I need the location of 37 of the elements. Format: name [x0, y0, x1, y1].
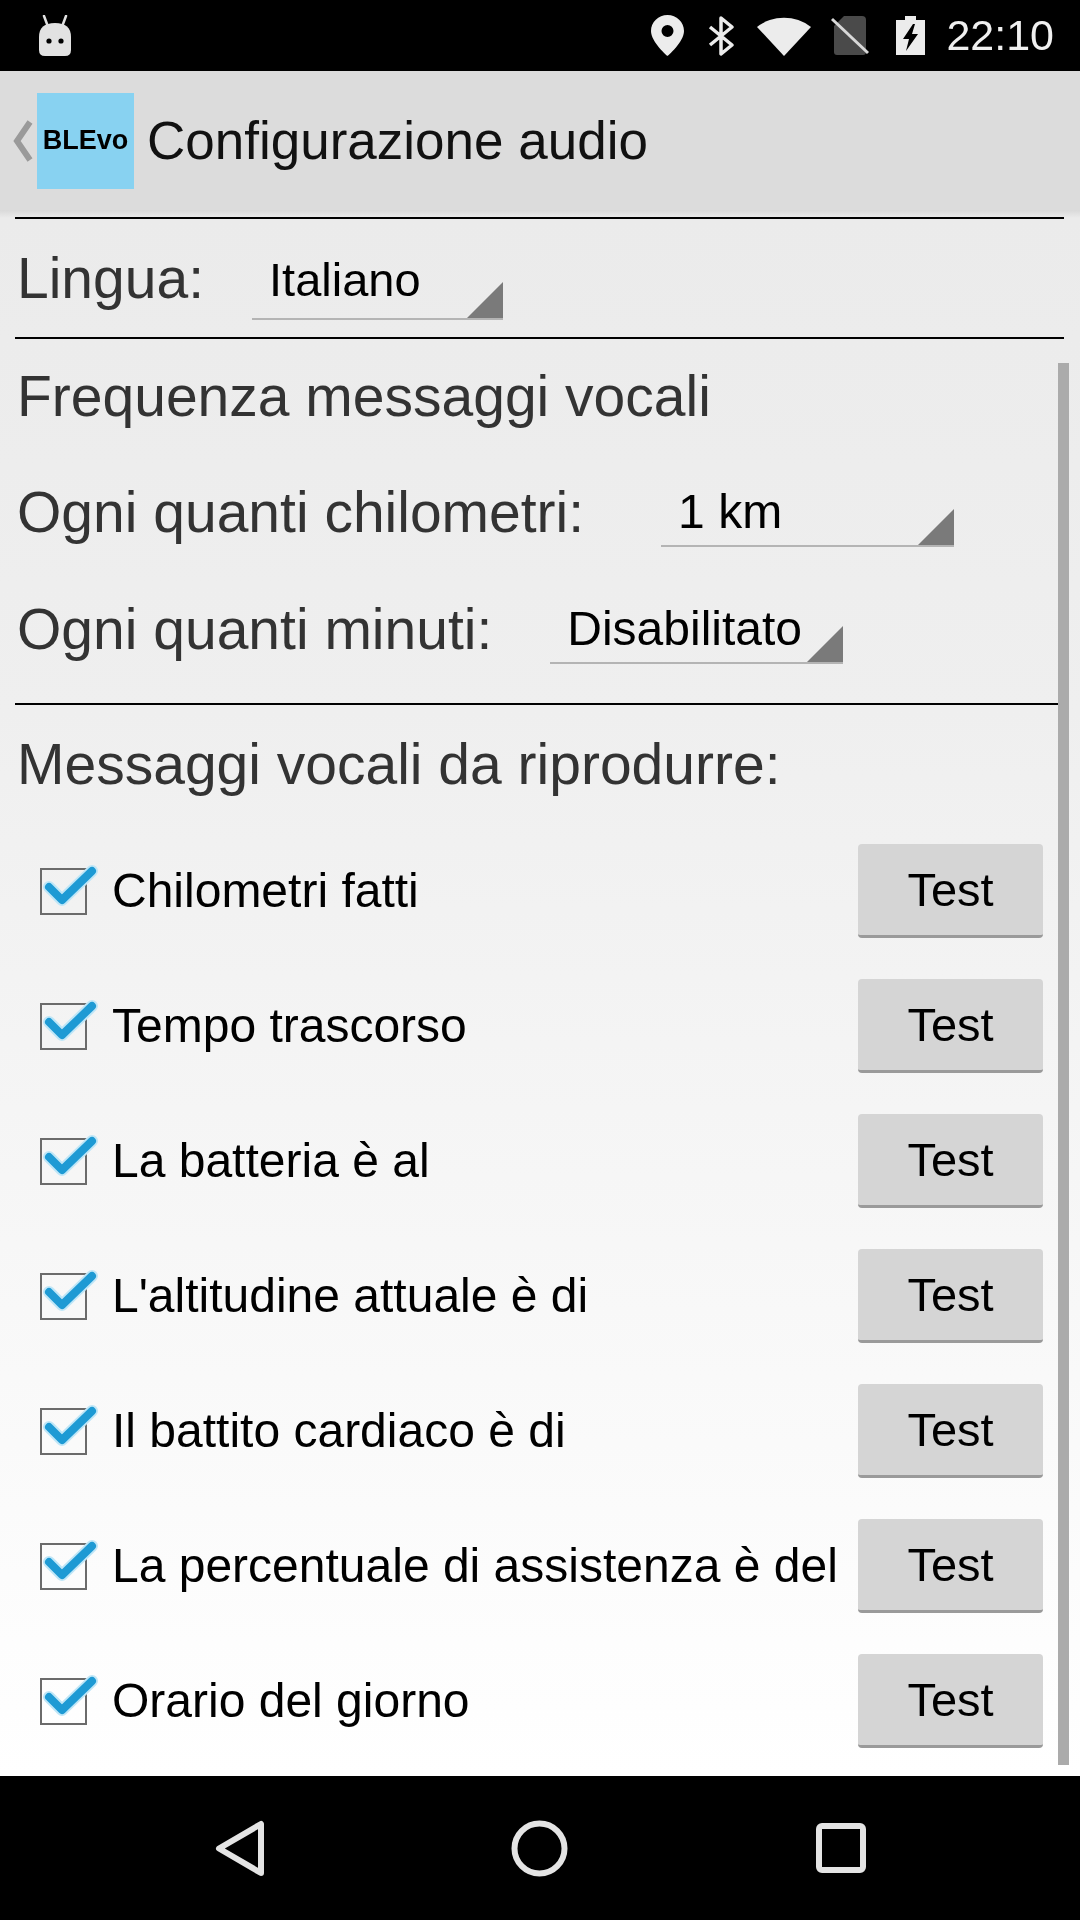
recent-apps-icon[interactable] — [816, 1823, 866, 1873]
dropdown-triangle-icon — [807, 625, 844, 662]
checkbox[interactable] — [40, 1540, 98, 1591]
checkbox-label: L'altitudine attuale è di — [112, 1271, 589, 1320]
checkbox-label: La batteria è al — [112, 1136, 430, 1185]
home-icon[interactable] — [511, 1819, 568, 1877]
test-button[interactable]: Test — [858, 1653, 1043, 1748]
test-button[interactable]: Test — [858, 1383, 1043, 1478]
status-time: 22:10 — [946, 14, 1054, 57]
test-button[interactable]: Test — [858, 1113, 1043, 1208]
checkbox[interactable] — [40, 865, 98, 916]
dropdown[interactable]: Italiano — [252, 248, 503, 320]
app-logo[interactable]: BLEvo — [37, 92, 134, 189]
sim-card-off-icon — [830, 16, 871, 55]
test-button[interactable]: Test — [858, 1518, 1043, 1613]
battery-charging-icon — [894, 16, 928, 55]
checkbox-label: La percentuale di assistenza è del — [112, 1541, 838, 1590]
test-button[interactable]: Test — [858, 978, 1043, 1073]
dropdown-triangle-icon — [918, 508, 955, 545]
checkbox-label: Tempo trascorso — [112, 1001, 467, 1050]
test-button[interactable]: Test — [858, 1248, 1043, 1343]
back-icon[interactable] — [215, 1819, 265, 1877]
checkbox-label: Il battito cardiaco è di — [112, 1406, 566, 1455]
wifi-icon — [757, 15, 812, 56]
checkbox-label: Chilometri fatti — [112, 866, 419, 915]
checkbox[interactable] — [40, 1000, 98, 1051]
checkbox-label: Orario del giorno — [112, 1676, 470, 1725]
robot-icon — [38, 15, 72, 56]
dropdown[interactable]: 1 km — [661, 478, 955, 547]
checkbox[interactable] — [40, 1675, 98, 1726]
location-pin-icon — [651, 15, 685, 56]
test-button[interactable]: Test — [858, 843, 1043, 938]
dropdown[interactable]: Disabilitato — [550, 595, 844, 664]
dropdown-triangle-icon — [467, 282, 503, 318]
checkbox[interactable] — [40, 1135, 98, 1186]
checkbox[interactable] — [40, 1405, 98, 1456]
checkbox[interactable] — [40, 1270, 98, 1321]
